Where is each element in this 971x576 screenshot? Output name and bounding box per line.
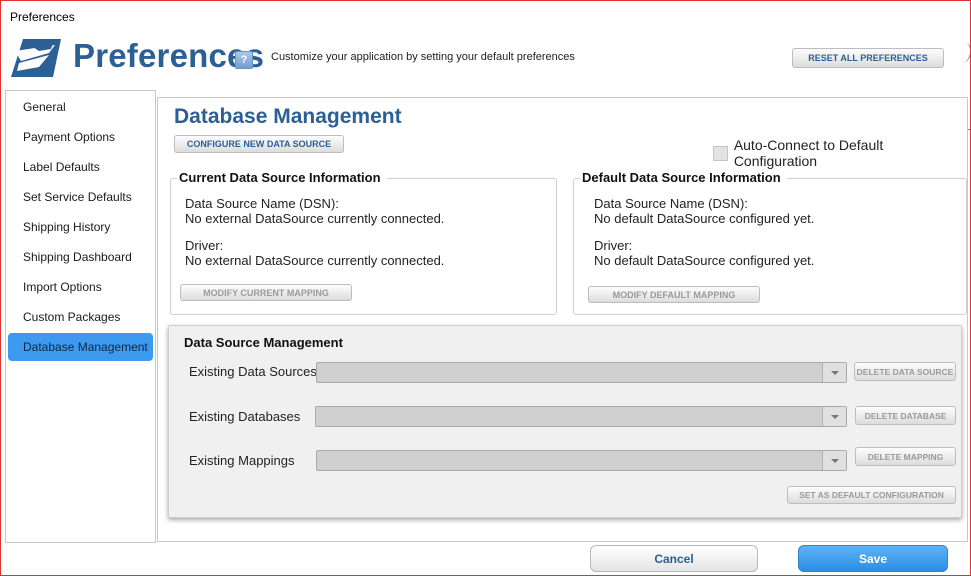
chevron-down-icon[interactable]	[822, 451, 846, 470]
edge-decoration	[954, 43, 970, 63]
sidebar-nav: General Payment Options Label Defaults S…	[5, 90, 156, 543]
current-driver-label: Driver:	[185, 238, 224, 253]
sidebar-item-shipping-history[interactable]: Shipping History	[8, 213, 153, 241]
auto-connect-checkbox[interactable]	[713, 145, 728, 161]
data-source-management-group: Data Source Management Existing Data Sou…	[168, 325, 962, 518]
default-data-source-group: Default Data Source Information Data Sou…	[573, 170, 967, 315]
set-as-default-configuration-button[interactable]: SET AS DEFAULT CONFIGURATION	[787, 486, 956, 504]
existing-databases-select[interactable]	[315, 406, 847, 427]
chevron-down-icon[interactable]	[822, 363, 846, 382]
auto-connect-label: Auto-Connect to Default Configuration	[733, 137, 884, 169]
existing-data-sources-select[interactable]	[316, 362, 847, 383]
current-driver-value: No external DataSource currently connect…	[185, 253, 445, 268]
data-source-management-title: Data Source Management	[184, 335, 343, 350]
modify-default-mapping-button[interactable]: MODIFY DEFAULT MAPPING	[588, 286, 760, 303]
current-data-source-group: Current Data Source Information Data Sou…	[170, 170, 557, 315]
default-dsn-value: No default DataSource configured yet.	[594, 211, 815, 226]
save-button[interactable]: Save	[798, 545, 948, 572]
sidebar-item-database-management[interactable]: Database Management	[8, 333, 153, 361]
default-driver-value: No default DataSource configured yet.	[594, 253, 815, 268]
chevron-down-icon[interactable]	[822, 407, 846, 426]
sidebar-item-custom-packages[interactable]: Custom Packages	[8, 303, 153, 331]
sidebar-item-shipping-dashboard[interactable]: Shipping Dashboard	[8, 243, 153, 271]
existing-mappings-label: Existing Mappings	[189, 453, 295, 468]
delete-mapping-button[interactable]: DELETE MAPPING	[855, 447, 956, 466]
modify-current-mapping-button[interactable]: MODIFY CURRENT MAPPING	[180, 284, 352, 301]
reset-all-preferences-button[interactable]: RESET ALL PREFERENCES	[792, 48, 944, 68]
window-title: Preferences	[10, 10, 75, 24]
current-dsn-label: Data Source Name (DSN):	[185, 196, 339, 211]
sidebar-item-set-service-defaults[interactable]: Set Service Defaults	[8, 183, 153, 211]
delete-database-button[interactable]: DELETE DATABASE	[855, 406, 956, 425]
default-data-source-title: Default Data Source Information	[580, 170, 787, 185]
cancel-button[interactable]: Cancel	[590, 545, 758, 572]
auto-connect-option[interactable]: Auto-Connect to Default Configuration	[713, 137, 967, 169]
current-dsn-value: No external DataSource currently connect…	[185, 211, 445, 226]
default-dsn-label: Data Source Name (DSN):	[594, 196, 748, 211]
configure-new-data-source-button[interactable]: CONFIGURE NEW DATA SOURCE	[174, 135, 344, 153]
section-title: Database Management	[174, 105, 402, 128]
help-icon[interactable]: ?	[235, 51, 253, 69]
delete-data-source-button[interactable]: DELETE DATA SOURCE	[854, 362, 956, 381]
current-data-source-title: Current Data Source Information	[177, 170, 387, 185]
default-driver-label: Driver:	[594, 238, 633, 253]
database-management-panel: Database Management CONFIGURE NEW DATA S…	[157, 97, 968, 542]
preferences-window: Preferences Preferences ? Customize your…	[0, 0, 971, 576]
page-subtitle: Customize your application by setting yo…	[271, 51, 575, 63]
sidebar-item-payment-options[interactable]: Payment Options	[8, 123, 153, 151]
existing-databases-label: Existing Databases	[189, 409, 301, 424]
sidebar-item-import-options[interactable]: Import Options	[8, 273, 153, 301]
existing-mappings-select[interactable]	[316, 450, 847, 471]
eagle-logo-icon	[11, 39, 61, 77]
sidebar-item-general[interactable]: General	[8, 93, 153, 121]
existing-data-sources-label: Existing Data Sources	[189, 364, 317, 379]
sidebar-item-label-defaults[interactable]: Label Defaults	[8, 153, 153, 181]
